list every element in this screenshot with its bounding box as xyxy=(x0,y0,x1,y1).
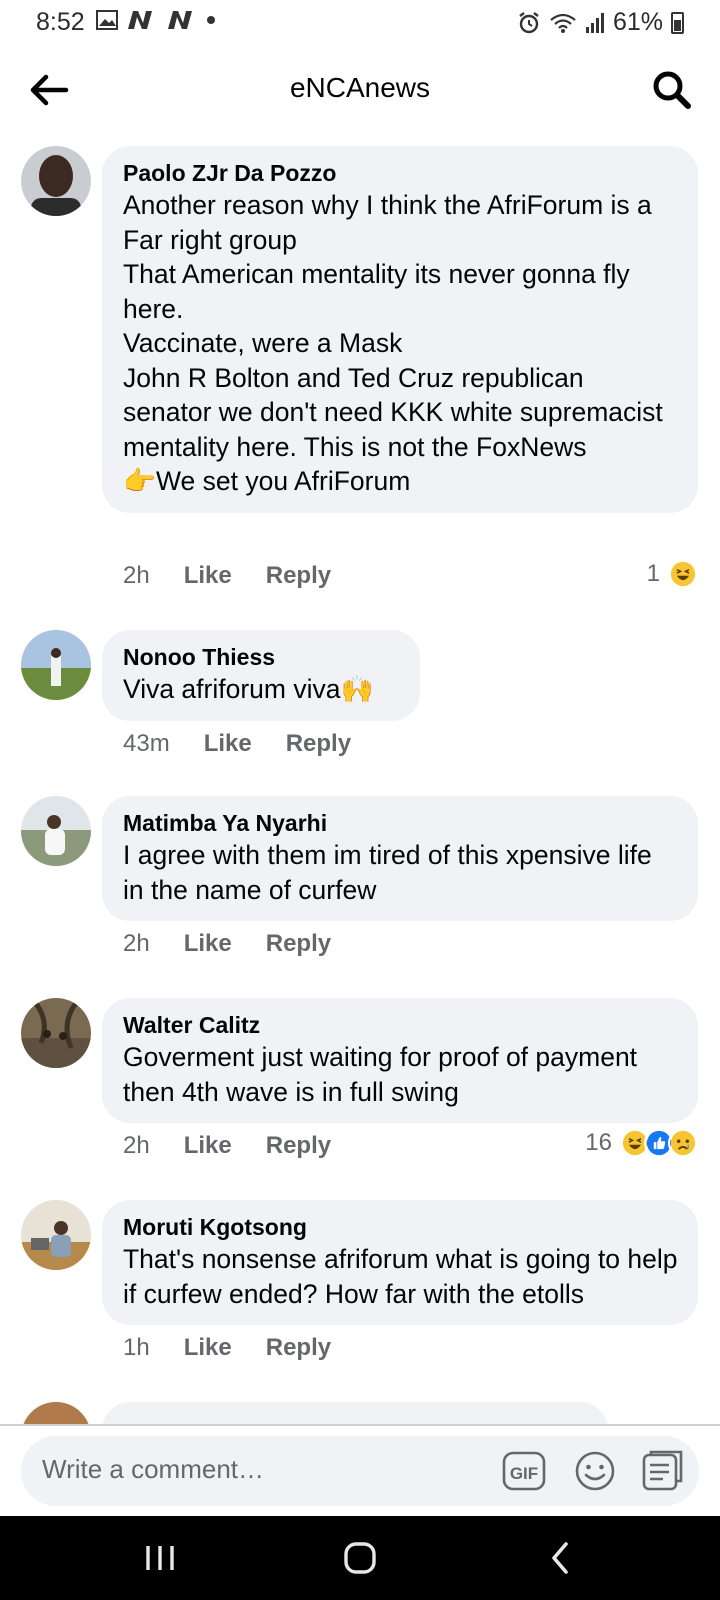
sticker-icon xyxy=(642,1450,683,1491)
alarm-icon xyxy=(519,11,539,33)
reactions-summary[interactable]: 16 xyxy=(585,1128,698,1158)
comment-bubble[interactable]: Paolo ZJr Da Pozzo Another reason why I … xyxy=(102,146,698,513)
comment-time[interactable]: 2h xyxy=(123,1132,150,1160)
comment-bubble[interactable]: Matimba Ya Nyarhi I agree with them im t… xyxy=(102,796,698,921)
search-icon xyxy=(653,71,691,109)
comment-author[interactable]: Matimba Ya Nyarhi xyxy=(123,808,678,838)
gif-icon: GIF xyxy=(502,1451,546,1491)
reply-button[interactable]: Reply xyxy=(266,1334,331,1362)
gif-label: GIF xyxy=(510,1464,538,1483)
recents-button[interactable] xyxy=(130,1536,190,1580)
comment-actions: 1h Like Reply xyxy=(123,1334,365,1362)
comment-time[interactable]: 2h xyxy=(123,562,150,590)
sad-reaction-icon xyxy=(668,1128,698,1158)
avatar[interactable] xyxy=(21,1402,91,1424)
comment-actions: 2h Like Reply xyxy=(123,1132,365,1160)
comment-author[interactable]: Walter Calitz xyxy=(123,1010,678,1040)
top-bar: eNCAnews xyxy=(0,50,720,130)
comment-author[interactable]: Nonoo Thiess xyxy=(123,642,400,672)
recents-icon xyxy=(146,1546,174,1570)
smiley-icon xyxy=(575,1451,615,1491)
comment-author[interactable]: Moruti Kgotsong xyxy=(123,1212,678,1242)
like-button[interactable]: Like xyxy=(204,730,252,758)
reaction-count: 16 xyxy=(585,1129,612,1156)
comment-bubble[interactable]: Walter Calitz Goverment just waiting for… xyxy=(102,998,698,1123)
composer-divider xyxy=(0,1424,720,1426)
sticker-button[interactable] xyxy=(641,1449,685,1493)
battery-percent: 61% xyxy=(612,8,663,36)
status-bar: 8:52 61% xyxy=(0,0,720,46)
battery-icon xyxy=(671,11,684,34)
reply-button[interactable]: Reply xyxy=(266,562,331,590)
haha-reaction-icon xyxy=(668,559,698,589)
comment-time[interactable]: 43m xyxy=(123,730,170,758)
comment-input[interactable] xyxy=(42,1454,462,1485)
comment-actions: 2h Like Reply xyxy=(123,562,365,590)
reply-button[interactable]: Reply xyxy=(266,930,331,958)
reactions-summary[interactable]: 1 xyxy=(647,559,698,589)
avatar[interactable] xyxy=(21,630,91,700)
like-button[interactable]: Like xyxy=(184,1132,232,1160)
comment-text: Another reason why I think the AfriForum… xyxy=(123,190,663,496)
status-system-icons: 61% xyxy=(517,8,684,37)
comment-text: That's nonsense afriforum what is going … xyxy=(123,1244,678,1309)
news-n-icon-2 xyxy=(168,11,192,29)
reaction-count: 1 xyxy=(646,560,660,587)
like-button[interactable]: Like xyxy=(184,562,232,590)
avatar[interactable] xyxy=(21,146,91,216)
emoji-button[interactable] xyxy=(573,1449,617,1493)
like-button[interactable]: Like xyxy=(184,930,232,958)
avatar[interactable] xyxy=(21,1200,91,1270)
gallery-icon xyxy=(96,10,118,30)
avatar[interactable] xyxy=(21,998,91,1068)
system-nav-bar xyxy=(0,1516,720,1600)
comment-actions: 43m Like Reply xyxy=(123,730,385,758)
reply-button[interactable]: Reply xyxy=(266,1132,331,1160)
back-nav-button[interactable] xyxy=(530,1536,590,1580)
comment-time[interactable]: 1h xyxy=(123,1334,150,1362)
comment-bubble[interactable] xyxy=(102,1402,608,1424)
home-icon xyxy=(344,1542,376,1574)
wifi-icon xyxy=(550,13,576,33)
comment-bubble[interactable]: Nonoo Thiess Viva afriforum viva🙌 xyxy=(102,630,420,721)
reply-button[interactable]: Reply xyxy=(286,730,351,758)
home-button[interactable] xyxy=(330,1536,390,1580)
news-n-icon xyxy=(128,11,152,29)
next-comment-partial xyxy=(0,1400,720,1424)
page-title: eNCAnews xyxy=(289,72,431,103)
comment-time[interactable]: 2h xyxy=(123,930,150,958)
comment-text: Goverment just waiting for proof of paym… xyxy=(123,1042,638,1107)
comment-composer: GIF xyxy=(21,1436,699,1506)
comment-author[interactable]: Paolo ZJr Da Pozzo xyxy=(123,158,678,188)
status-notification-icons xyxy=(96,10,216,30)
signal-icon xyxy=(585,12,604,33)
comment-actions: 2h Like Reply xyxy=(123,930,365,958)
comment-bubble[interactable]: Moruti Kgotsong That's nonsense afriforu… xyxy=(102,1200,698,1325)
avatar[interactable] xyxy=(21,796,91,866)
search-button[interactable] xyxy=(646,64,698,116)
gif-button[interactable]: GIF xyxy=(502,1449,546,1493)
comment-text: I agree with them im tired of this xpens… xyxy=(123,840,652,905)
comment-text: Viva afriforum viva🙌 xyxy=(123,674,374,704)
status-time: 8:52 xyxy=(36,8,85,36)
dot-icon xyxy=(207,16,215,24)
chevron-left-icon xyxy=(552,1542,568,1574)
like-button[interactable]: Like xyxy=(184,1334,232,1362)
